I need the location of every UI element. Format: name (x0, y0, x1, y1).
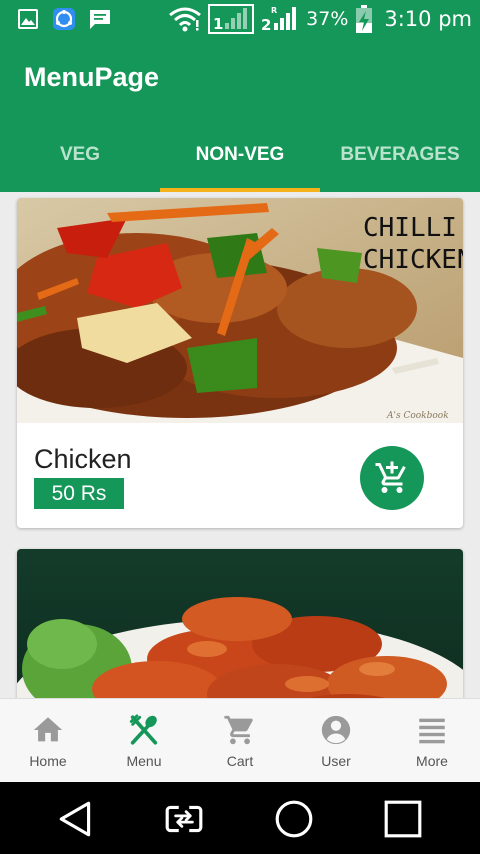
bottom-navigation: Home Menu Cart User More (0, 698, 480, 782)
chilli-chicken-image: CHILLI CHICKEN A's Cookbook (17, 198, 463, 423)
item-name: Chicken (34, 444, 132, 474)
add-shopping-cart-icon (375, 461, 406, 493)
nav-label: Home (29, 753, 67, 769)
price-badge: 50 Rs (34, 478, 124, 509)
message-icon (90, 10, 110, 29)
category-tabs: VEG NON-VEG BEVERAGES (0, 118, 480, 192)
nav-label: Menu (126, 753, 162, 769)
nav-cart[interactable]: Cart (192, 699, 288, 783)
status-bar: 1 2 R 37% 3:10 pm (0, 0, 480, 38)
tab-label: NON-VEG (195, 144, 285, 165)
image-watermark: A's Cookbook (386, 411, 449, 421)
menu-list[interactable]: CHILLI CHICKEN A's Cookbook Chicken 50 R… (0, 192, 480, 698)
nav-menu[interactable]: Menu (96, 699, 192, 783)
tab-non-veg[interactable]: NON-VEG (160, 118, 320, 192)
fork-spoon-icon (129, 714, 158, 745)
tab-veg[interactable]: VEG (0, 118, 160, 192)
screen: 1 2 R 37% 3:10 pm MenuPage VEG NON-VEG B… (0, 0, 480, 854)
home-icon (33, 717, 63, 742)
notification-icons (16, 7, 112, 31)
signal-sim2-icon: 2 R (261, 6, 297, 34)
switch-app-icon[interactable] (163, 798, 205, 840)
tab-label: BEVERAGES (340, 144, 460, 165)
sim1-label: 1 (213, 15, 223, 33)
app-bar: MenuPage (0, 38, 480, 118)
image-caption-line2: CHICKEN (363, 245, 463, 275)
signal-sim1-icon: 1 (208, 4, 255, 34)
sync-icon (53, 8, 75, 30)
cart-icon (224, 715, 253, 745)
menu-item-card[interactable] (17, 549, 463, 698)
battery-charging-icon (356, 5, 373, 33)
nav-label: User (321, 753, 351, 769)
nav-label: Cart (226, 753, 254, 769)
tab-label: VEG (59, 144, 101, 165)
back-icon[interactable] (55, 798, 97, 840)
nav-more[interactable]: More (384, 699, 480, 783)
page-title: MenuPage (24, 62, 160, 92)
menu-lines-icon (419, 718, 445, 744)
user-icon (321, 715, 351, 745)
tab-beverages[interactable]: BEVERAGES (320, 118, 480, 192)
status-indicators: 1 2 R 37% 3:10 pm (168, 4, 472, 34)
recent-apps-icon[interactable] (382, 798, 424, 840)
menu-item-card[interactable]: CHILLI CHICKEN A's Cookbook Chicken 50 R… (17, 198, 463, 528)
roaming-label: R (271, 6, 277, 15)
system-navigation-bar (0, 782, 480, 854)
nav-label: More (416, 753, 448, 769)
clock: 3:10 pm (384, 7, 472, 31)
chicken-wings-image (17, 549, 463, 698)
gallery-icon (18, 9, 38, 29)
image-caption-line1: CHILLI (363, 213, 457, 243)
nav-user[interactable]: User (288, 699, 384, 783)
battery-percentage: 37% (306, 8, 349, 30)
nav-home[interactable]: Home (0, 699, 96, 783)
add-to-cart-button[interactable] (360, 446, 424, 510)
wifi-icon (169, 7, 202, 32)
home-circle-icon[interactable] (273, 798, 315, 840)
sim2-label: 2 (261, 16, 271, 34)
